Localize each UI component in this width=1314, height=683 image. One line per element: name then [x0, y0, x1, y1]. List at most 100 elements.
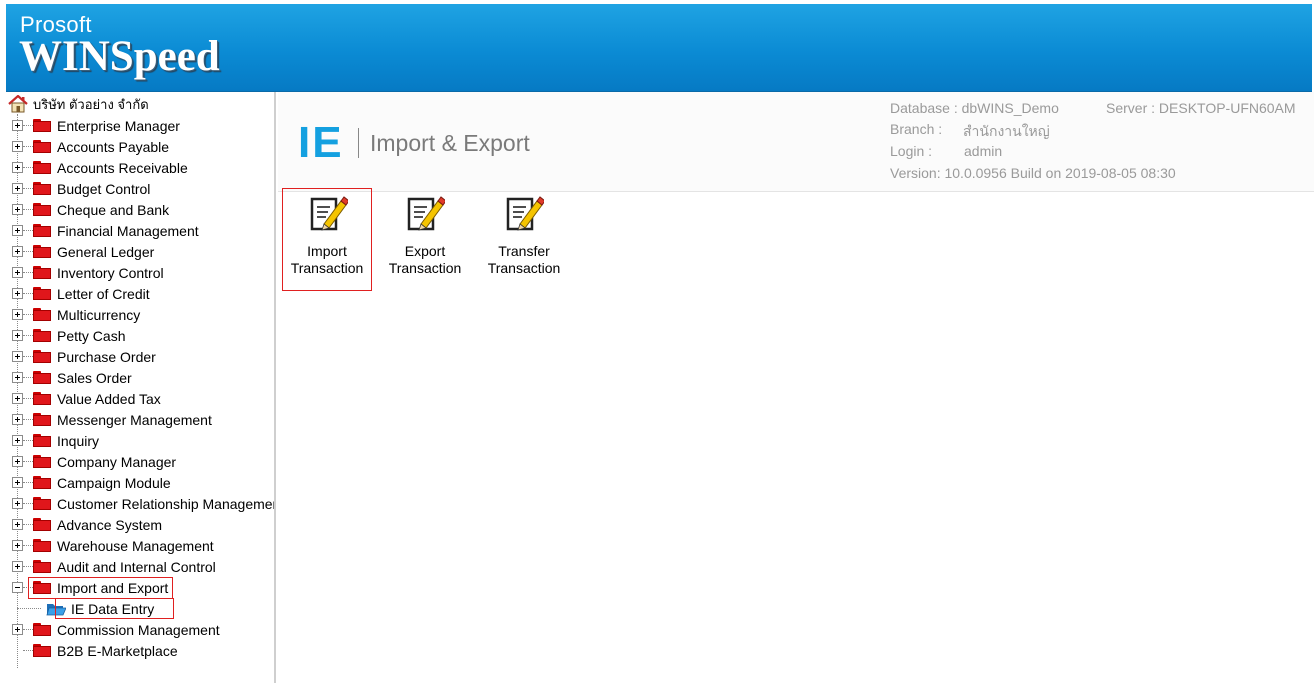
home-icon — [8, 95, 28, 113]
tree-item-messenger-management[interactable]: Messenger Management — [12, 409, 212, 430]
expand-plus-icon[interactable] — [12, 540, 23, 551]
expand-plus-icon[interactable] — [12, 330, 23, 341]
brand-winspeed-logo: WINSpeed — [19, 33, 220, 80]
expand-plus-icon[interactable] — [12, 477, 23, 488]
folder-icon — [33, 224, 51, 237]
tree-item-commission-management[interactable]: Commission Management — [12, 619, 220, 640]
edit-document-icon — [407, 196, 445, 231]
tree-item-sales-order[interactable]: Sales Order — [12, 367, 132, 388]
tree-item-accounts-receivable[interactable]: Accounts Receivable — [12, 157, 188, 178]
tree-item-company-manager[interactable]: Company Manager — [12, 451, 176, 472]
transfer-transaction-label: Transfer Transaction — [479, 243, 569, 277]
import-transaction-label: Import Transaction — [283, 243, 371, 277]
tree-item-inventory-control[interactable]: Inventory Control — [12, 262, 164, 283]
tree-connector — [23, 356, 33, 357]
tree-item-label: Value Added Tax — [57, 390, 161, 407]
export-transaction-label: Export Transaction — [380, 243, 470, 277]
version-info: Version: 10.0.0956 Build on 2019-08-05 0… — [890, 165, 1176, 181]
tree-item-enterprise-manager[interactable]: Enterprise Manager — [12, 115, 180, 136]
main-panel: IE Import & Export Database : dbWINS_Dem… — [278, 92, 1314, 683]
tree-connector — [23, 461, 33, 462]
tree-connector — [23, 419, 33, 420]
expand-plus-icon[interactable] — [12, 624, 23, 635]
tree-connector — [23, 272, 33, 273]
module-title: Import & Export — [370, 130, 530, 156]
tree-item-purchase-order[interactable]: Purchase Order — [12, 346, 156, 367]
folder-icon — [33, 497, 51, 510]
tree-item-label: Commission Management — [57, 621, 220, 638]
expand-plus-icon[interactable] — [12, 141, 23, 152]
tree-item-audit-and-internal-control[interactable]: Audit and Internal Control — [12, 556, 216, 577]
tree-root-company[interactable]: บริษัท ตัวอย่าง จำกัด — [8, 95, 149, 113]
import-transaction-button[interactable]: Import Transaction — [282, 188, 372, 291]
tree-item-cheque-and-bank[interactable]: Cheque and Bank — [12, 199, 169, 220]
tree-connector — [23, 146, 33, 147]
tree-item-warehouse-management[interactable]: Warehouse Management — [12, 535, 214, 556]
module-tree[interactable]: บริษัท ตัวอย่าง จำกัด Enterprise Manager… — [0, 92, 276, 683]
tree-item-label: Company Manager — [57, 453, 177, 470]
tree-connector — [23, 398, 33, 399]
transfer-label-line2: Transaction — [487, 260, 561, 276]
expand-plus-icon[interactable] — [12, 519, 23, 530]
folder-icon — [33, 644, 51, 657]
expand-plus-icon[interactable] — [12, 351, 23, 362]
tree-item-label: Letter of Credit — [57, 285, 150, 302]
tree-item-budget-control[interactable]: Budget Control — [12, 178, 150, 199]
expand-plus-icon[interactable] — [12, 162, 23, 173]
transfer-transaction-button[interactable]: Transfer Transaction — [479, 189, 569, 289]
expand-plus-icon[interactable] — [12, 267, 23, 278]
expand-plus-icon[interactable] — [12, 204, 23, 215]
tree-connector — [23, 335, 33, 336]
expand-plus-icon[interactable] — [12, 393, 23, 404]
expand-plus-icon[interactable] — [12, 561, 23, 572]
export-transaction-button[interactable]: Export Transaction — [380, 189, 470, 289]
tree-item-customer-relationship-managemer[interactable]: Customer Relationship Managemer — [12, 493, 274, 514]
tree-item-campaign-module[interactable]: Campaign Module — [12, 472, 171, 493]
tree-connector — [17, 608, 41, 609]
expand-plus-icon[interactable] — [12, 120, 23, 131]
tree-item-label: Financial Management — [57, 222, 199, 239]
tree-item-value-added-tax[interactable]: Value Added Tax — [12, 388, 161, 409]
expand-plus-icon[interactable] — [12, 309, 23, 320]
tree-item-label: Petty Cash — [57, 327, 126, 344]
tree-item-label: B2B E-Marketplace — [57, 642, 178, 659]
tree-item-label: Cheque and Bank — [57, 201, 170, 218]
tree-connector — [23, 293, 33, 294]
tree-item-b2b-e-marketplace[interactable]: B2B E-Marketplace — [12, 640, 178, 661]
highlight-import-and-export — [28, 577, 173, 599]
expand-plus-icon[interactable] — [12, 288, 23, 299]
folder-icon — [33, 413, 51, 426]
folder-icon — [33, 266, 51, 279]
folder-icon — [33, 455, 51, 468]
folder-icon — [33, 518, 51, 531]
expand-plus-icon[interactable] — [12, 246, 23, 257]
folder-icon — [33, 119, 51, 132]
folder-icon — [33, 287, 51, 300]
expand-plus-icon[interactable] — [12, 456, 23, 467]
expand-plus-icon[interactable] — [12, 435, 23, 446]
tree-item-financial-management[interactable]: Financial Management — [12, 220, 199, 241]
expand-plus-icon[interactable] — [12, 372, 23, 383]
tree-item-label: Budget Control — [57, 180, 151, 197]
database-info: Database : dbWINS_Demo — [890, 100, 1059, 116]
tree-item-accounts-payable[interactable]: Accounts Payable — [12, 136, 169, 157]
expand-plus-icon[interactable] — [12, 225, 23, 236]
tree-connector — [23, 188, 33, 189]
tree-item-petty-cash[interactable]: Petty Cash — [12, 325, 125, 346]
tree-connector — [23, 125, 33, 126]
tree-item-letter-of-credit[interactable]: Letter of Credit — [12, 283, 150, 304]
tree-connector — [23, 167, 33, 168]
tree-item-general-ledger[interactable]: General Ledger — [12, 241, 154, 262]
tree-item-multicurrency[interactable]: Multicurrency — [12, 304, 140, 325]
tree-connector — [23, 482, 33, 483]
tree-item-inquiry[interactable]: Inquiry — [12, 430, 99, 451]
tree-item-label: General Ledger — [57, 243, 155, 260]
tree-item-label: Purchase Order — [57, 348, 156, 365]
expand-plus-icon[interactable] — [12, 498, 23, 509]
import-label-line1: Import — [307, 243, 347, 259]
collapse-minus-icon[interactable] — [12, 582, 23, 593]
expand-plus-icon[interactable] — [12, 183, 23, 194]
expand-plus-icon[interactable] — [12, 414, 23, 425]
tree-item-label: Sales Order — [57, 369, 132, 386]
tree-item-advance-system[interactable]: Advance System — [12, 514, 162, 535]
